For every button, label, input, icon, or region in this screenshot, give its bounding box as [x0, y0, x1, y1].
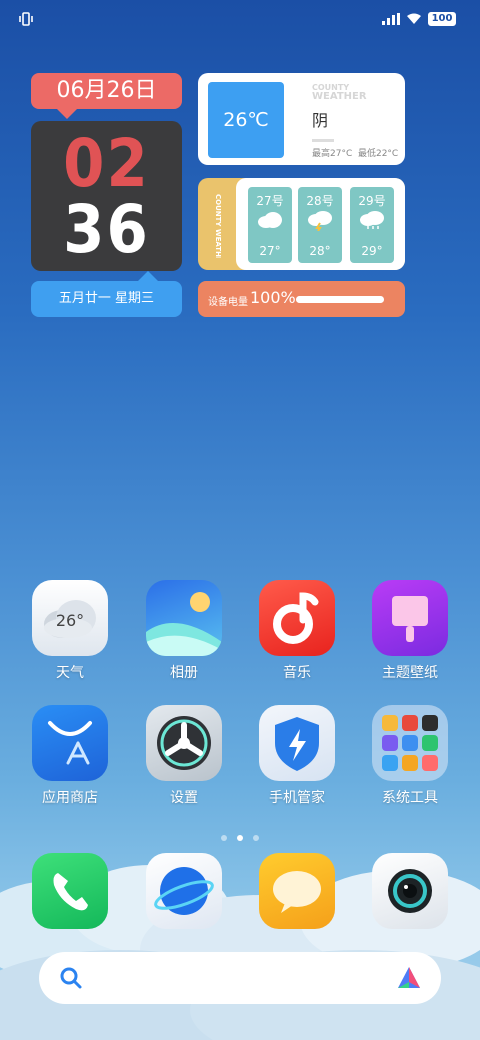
search-icon[interactable]: [59, 966, 83, 990]
thunderstorm-icon: [308, 211, 332, 231]
browser-icon: [146, 853, 222, 929]
cloud-icon: [258, 212, 282, 228]
battery-indicator: 100: [428, 12, 456, 26]
app-theme[interactable]: 主题壁纸: [362, 580, 458, 682]
page-indicator[interactable]: [0, 826, 480, 845]
forecast-widget[interactable]: COUNTY WEATHER 27号 27° 28号 28° 29号 29°: [198, 178, 405, 270]
app-label: 手机管家: [269, 790, 325, 806]
app-folder-system-tools[interactable]: 系统工具: [362, 705, 458, 807]
app-gallery[interactable]: 相册: [136, 580, 232, 682]
app-music[interactable]: 音乐: [249, 580, 345, 682]
temperature-range: 最高27°C 最低22°C: [312, 149, 399, 159]
page-dot[interactable]: [253, 835, 259, 841]
messages-icon: [259, 853, 335, 929]
current-temperature: 26℃: [208, 82, 284, 158]
signal-icon: [382, 13, 400, 25]
app-settings[interactable]: 设置: [136, 705, 232, 807]
app-weather[interactable]: 26° 天气: [22, 580, 118, 682]
app-store[interactable]: 应用商店: [22, 705, 118, 807]
vibrate-icon: [18, 12, 34, 30]
wifi-icon: [407, 13, 421, 24]
status-bar: 100: [0, 10, 480, 32]
music-icon: [259, 580, 335, 656]
app-security[interactable]: 手机管家: [249, 705, 345, 807]
forecast-day: 27号 27°: [248, 187, 292, 263]
weather-icon: 26°: [32, 580, 108, 656]
divider: [312, 139, 334, 142]
app-label: 音乐: [283, 665, 311, 681]
page-dot-active[interactable]: [237, 835, 243, 841]
search-bar[interactable]: [39, 952, 441, 1004]
system-tools-folder-icon: [372, 705, 448, 781]
forecast-day: 29号 29°: [350, 187, 394, 263]
app-label: 天气: [56, 665, 84, 681]
assistant-icon[interactable]: [395, 964, 423, 992]
forecast-day: 28号 28°: [298, 187, 342, 263]
clock-widget[interactable]: 02 36: [31, 121, 182, 271]
theme-icon: [372, 580, 448, 656]
weather-widget[interactable]: 26℃ COUNTY WEATHER 阴 最高27°C 最低22°C: [198, 73, 405, 165]
weather-tag: COUNTY WEATHER: [312, 83, 367, 102]
date-label[interactable]: 06月26日: [31, 73, 182, 119]
svg-text:COUNTY WEATHER: COUNTY WEATHER: [214, 194, 222, 258]
lunar-date-label[interactable]: 五月廿一 星期三: [31, 271, 182, 317]
settings-icon: [146, 705, 222, 781]
battery-widget[interactable]: 设备电量 100%: [198, 281, 405, 317]
battery-bar: [296, 296, 384, 303]
clock-hour: 02: [63, 125, 150, 202]
dock-camera[interactable]: [362, 853, 458, 929]
battery-percent: 100%: [250, 288, 296, 307]
app-label: 相册: [170, 665, 198, 681]
camera-icon: [372, 853, 448, 929]
app-store-icon: [32, 705, 108, 781]
battery-label: 设备电量: [208, 297, 248, 308]
battery-bar-fill: [296, 296, 384, 303]
app-label: 设置: [170, 790, 198, 806]
forecast-tag: COUNTY WEATHER: [214, 194, 222, 258]
security-icon: [259, 705, 335, 781]
gallery-icon: [146, 580, 222, 656]
app-label: 主题壁纸: [382, 665, 438, 681]
app-label: 系统工具: [382, 790, 438, 806]
svg-text:26°: 26°: [56, 611, 84, 630]
phone-icon: [32, 853, 108, 929]
dock-messages[interactable]: [249, 853, 345, 929]
dock-browser[interactable]: [136, 853, 232, 929]
page-dot[interactable]: [221, 835, 227, 841]
app-label: 应用商店: [42, 790, 98, 806]
dock-phone[interactable]: [22, 853, 118, 929]
weather-condition: 阴: [312, 111, 329, 130]
clock-minute: 36: [63, 191, 150, 268]
rain-cloud-icon: [360, 211, 384, 229]
